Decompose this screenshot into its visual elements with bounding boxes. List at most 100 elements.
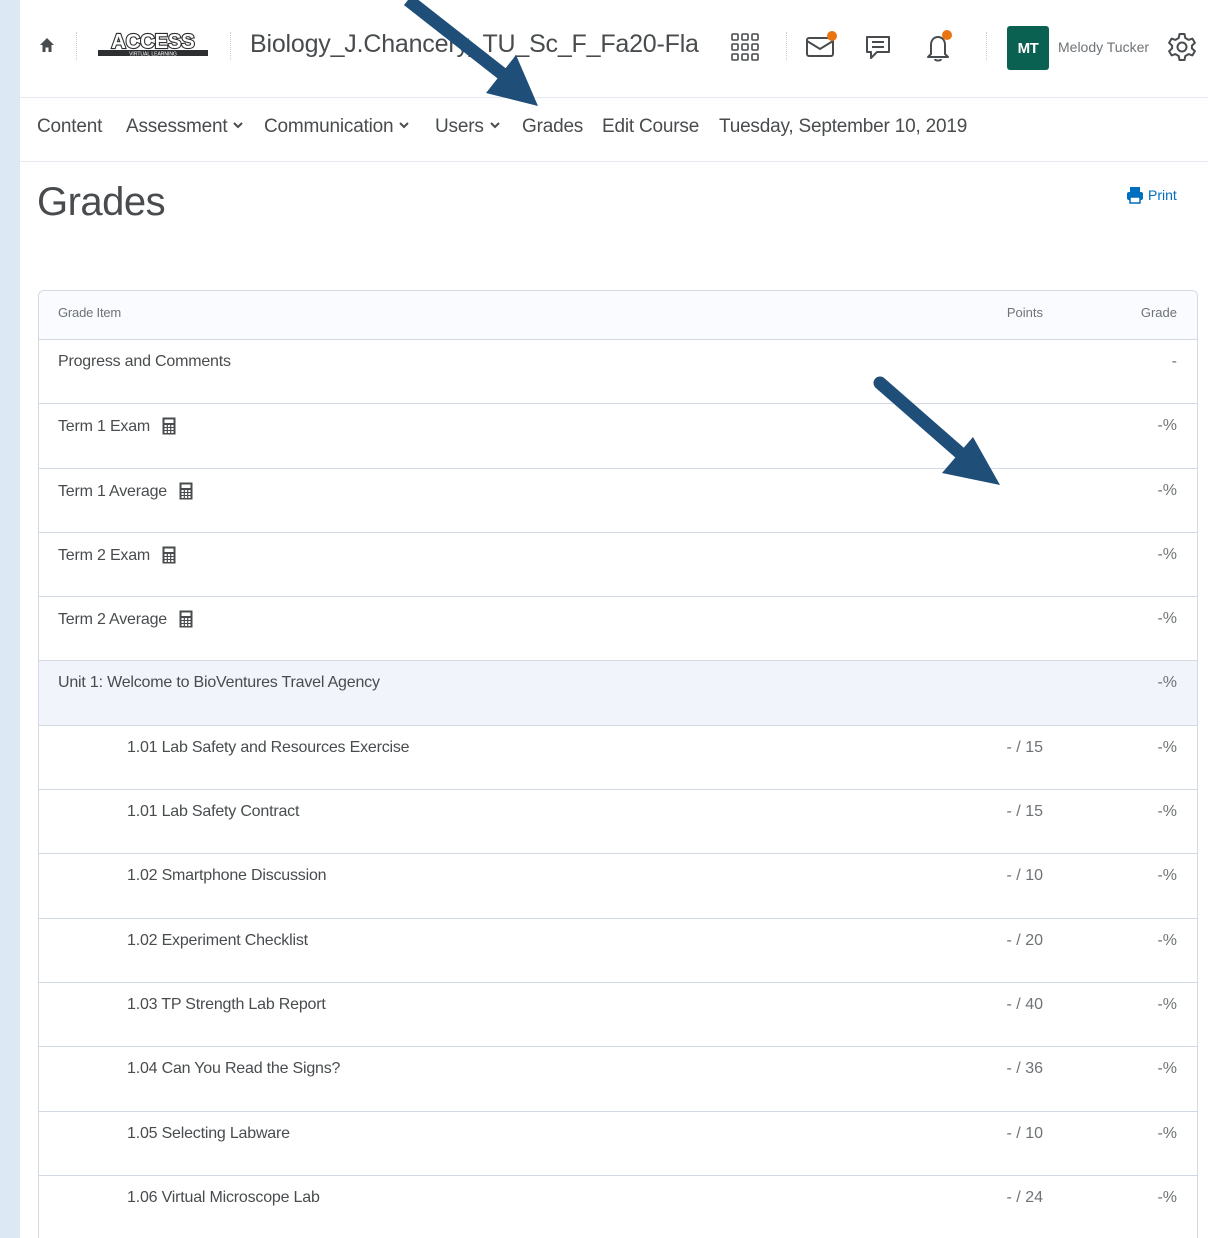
grade-value: -% — [1157, 931, 1177, 949]
grade-value: -% — [1157, 417, 1177, 435]
calculator-icon — [179, 482, 193, 500]
table-row[interactable]: 1.03 TP Strength Lab Report - / 40 -% — [39, 983, 1197, 1048]
table-row[interactable]: 1.01 Lab Safety Contract - / 15 -% — [39, 790, 1197, 855]
grade-value: -% — [1157, 610, 1177, 628]
grade-item-name: 1.05 Selecting Labware — [127, 1124, 290, 1142]
grade-item-name: 1.06 Virtual Microscope Lab — [127, 1188, 320, 1206]
grades-table: Grade Item Points Grade Progress and Com… — [38, 290, 1198, 1238]
bell-icon[interactable] — [922, 30, 956, 64]
access-logo[interactable]: ACCESS VIRTUAL LEARNING — [98, 30, 208, 60]
mail-icon[interactable] — [804, 30, 838, 64]
grade-value: -% — [1157, 995, 1177, 1013]
grade-item: Term 2 Average — [58, 610, 193, 629]
nav-edit-course[interactable]: Edit Course — [602, 116, 699, 138]
print-button[interactable]: Print — [1126, 186, 1177, 204]
grade-item: Term 1 Exam — [58, 417, 176, 436]
grade-points: - / 15 — [1006, 738, 1043, 756]
category-name: Unit 1: Welcome to BioVentures Travel Ag… — [58, 674, 380, 692]
grade-item: Term 1 Average — [58, 482, 193, 501]
table-header: Grade Item Points Grade — [39, 291, 1197, 340]
calculator-icon — [162, 546, 176, 564]
column-header-grade: Grade — [1140, 305, 1177, 320]
table-row[interactable]: 1.05 Selecting Labware - / 10 -% — [39, 1112, 1197, 1176]
grade-points: - / 24 — [1006, 1188, 1043, 1206]
calculator-icon — [179, 610, 193, 628]
grade-item-name: 1.03 TP Strength Lab Report — [127, 995, 326, 1013]
grade-value: -% — [1157, 867, 1177, 885]
nav-label: Assessment — [126, 116, 228, 137]
grade-value: -% — [1157, 545, 1177, 563]
grade-item-name: Term 1 Exam — [58, 418, 151, 436]
table-row[interactable]: Term 1 Exam -% — [39, 404, 1197, 469]
column-header-grade-item: Grade Item — [58, 305, 122, 320]
grade-value: -% — [1157, 1124, 1177, 1142]
grade-value: -% — [1157, 481, 1177, 499]
nav-communication[interactable]: Communication — [264, 116, 410, 138]
divider — [230, 32, 231, 60]
chevron-down-icon — [489, 122, 500, 129]
column-header-points: Points — [1006, 305, 1043, 320]
chevron-down-icon — [399, 122, 410, 129]
grade-points: - / 40 — [1006, 995, 1043, 1013]
grade-item: Term 2 Exam — [58, 546, 176, 565]
nav-label: Content — [37, 116, 103, 137]
svg-text:VIRTUAL LEARNING: VIRTUAL LEARNING — [129, 52, 177, 58]
grade-item-name: Term 2 Average — [58, 611, 167, 629]
nav-grades[interactable]: Grades — [522, 116, 583, 138]
printer-icon — [1127, 187, 1143, 204]
page: ACCESS VIRTUAL LEARNING Biology_J.Chance… — [20, 0, 1208, 1238]
table-row[interactable]: Progress and Comments - — [39, 340, 1197, 405]
grade-item-name: 1.02 Experiment Checklist — [127, 931, 308, 949]
grade-points: - / 36 — [1006, 1060, 1043, 1078]
chat-icon[interactable] — [862, 30, 896, 64]
table-row[interactable]: 1.02 Smartphone Discussion - / 10 -% — [39, 854, 1197, 919]
nav-content[interactable]: Content — [37, 116, 102, 138]
divider — [986, 32, 987, 60]
home-icon[interactable] — [38, 36, 56, 54]
nav-label: Edit Course — [602, 116, 700, 137]
table-row[interactable]: 1.02 Experiment Checklist - / 20 -% — [39, 919, 1197, 983]
grade-value: -% — [1157, 1060, 1177, 1078]
top-navbar: ACCESS VIRTUAL LEARNING Biology_J.Chance… — [20, 0, 1208, 98]
apps-grid-icon[interactable] — [728, 30, 762, 64]
table-row[interactable]: 1.04 Can You Read the Signs? - / 36 -% — [39, 1047, 1197, 1112]
nav-label: Grades — [522, 116, 584, 137]
avatar[interactable]: MT — [1007, 26, 1049, 70]
grade-item-name: Term 1 Average — [58, 482, 167, 500]
table-row[interactable]: Term 1 Average -% — [39, 469, 1197, 533]
grade-points: - / 10 — [1006, 1124, 1043, 1142]
gear-icon[interactable] — [1166, 31, 1198, 63]
grade-points: - / 15 — [1006, 803, 1043, 821]
grade-value: -% — [1157, 803, 1177, 821]
table-row[interactable]: 1.06 Virtual Microscope Lab - / 24 -% — [39, 1176, 1197, 1238]
grade-points: - / 20 — [1006, 931, 1043, 949]
nav-label: Users — [435, 116, 484, 137]
nav-date[interactable]: Tuesday, September 10, 2019 — [719, 116, 967, 138]
grade-item-name: Progress and Comments — [58, 353, 231, 370]
svg-text:ACCESS: ACCESS — [111, 31, 194, 53]
table-row[interactable]: Term 2 Average -% — [39, 597, 1197, 662]
nav-label: Communication — [264, 116, 394, 137]
table-row[interactable]: Term 2 Exam -% — [39, 533, 1197, 598]
grade-item-name: 1.01 Lab Safety and Resources Exercise — [127, 738, 410, 756]
table-row[interactable]: 1.01 Lab Safety and Resources Exercise -… — [39, 726, 1197, 791]
nav-users[interactable]: Users — [435, 116, 500, 138]
user-name[interactable]: Melody Tucker — [1058, 39, 1149, 55]
nav-label: Tuesday, September 10, 2019 — [719, 116, 968, 137]
divider — [76, 32, 77, 60]
divider — [786, 32, 787, 60]
page-title: Grades — [37, 180, 166, 224]
calculator-icon — [162, 417, 176, 435]
nav-assessment[interactable]: Assessment — [126, 116, 244, 138]
category-row[interactable]: Unit 1: Welcome to BioVentures Travel Ag… — [39, 661, 1197, 726]
grade-points: - / 10 — [1006, 867, 1043, 885]
grade-item-name: 1.02 Smartphone Discussion — [127, 867, 327, 885]
grade-value: - — [1171, 353, 1177, 370]
grade-item-name: Term 2 Exam — [58, 546, 151, 564]
grade-value: -% — [1157, 1188, 1177, 1206]
print-label: Print — [1148, 187, 1177, 203]
grade-item-name: 1.01 Lab Safety Contract — [127, 803, 300, 821]
chevron-down-icon — [233, 122, 244, 129]
course-title[interactable]: Biology_J.Chancery_TU_Sc_F_Fa20-Fla — [250, 30, 699, 59]
grade-item-name: 1.04 Can You Read the Signs? — [127, 1060, 341, 1078]
